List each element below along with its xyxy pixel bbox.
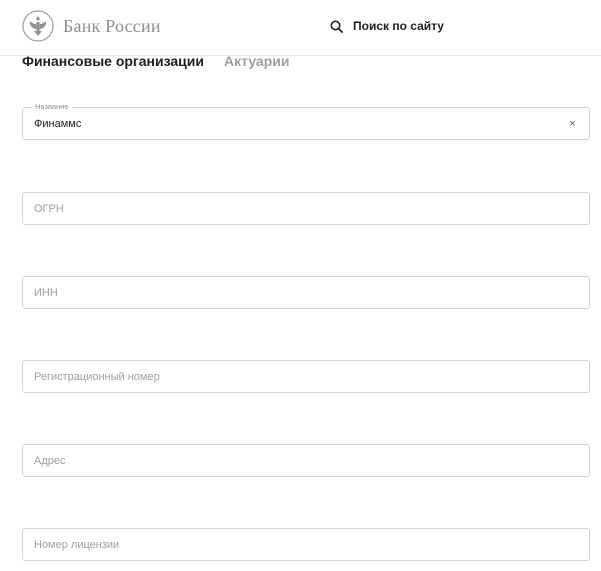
reg-number-input[interactable] [23,361,589,392]
clear-name-button[interactable]: × [566,117,579,130]
eagle-emblem-icon [22,10,54,42]
name-input[interactable] [23,108,589,139]
address-field [22,444,590,477]
search-label: Поиск по сайту [353,19,444,33]
inn-input[interactable] [23,277,589,308]
reg-number-field [22,360,590,393]
tab-actuaries[interactable]: Актуарии [224,53,289,69]
inn-field [22,276,590,309]
org-type-tabs: Финансовые организации Актуарии [22,53,289,69]
name-field: Название × [22,102,590,140]
site-search-link[interactable]: Поиск по сайту [330,19,444,33]
bank-logo-link[interactable]: Банк России [22,10,161,42]
page: Банк России Поиск по сайту Финансовые ор… [0,0,601,571]
logo-text: Банк России [63,15,161,36]
site-header: Банк России Поиск по сайту [0,0,601,56]
ogrn-input[interactable] [23,193,589,224]
ogrn-field [22,192,590,225]
search-icon [330,20,343,33]
address-input[interactable] [23,445,589,476]
tab-financial-organizations[interactable]: Финансовые организации [22,53,204,69]
license-number-field [22,528,590,561]
license-number-input[interactable] [23,529,589,560]
